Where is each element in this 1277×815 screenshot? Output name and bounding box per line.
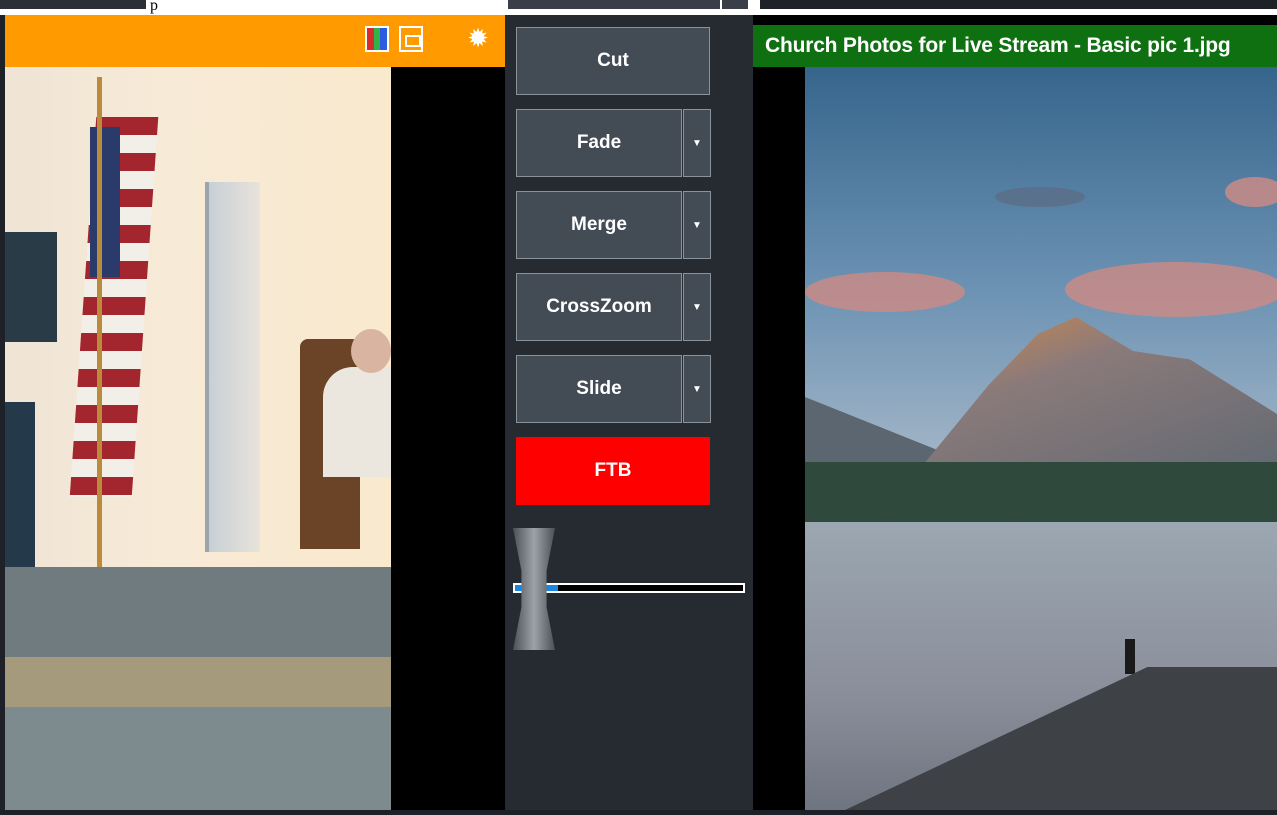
chevron-down-icon: ▼ (692, 383, 702, 395)
chevron-down-icon: ▼ (692, 219, 702, 231)
crosszoom-button[interactable]: CrossZoom (516, 273, 682, 341)
chevron-down-icon: ▼ (692, 137, 702, 149)
merge-dropdown[interactable]: ▼ (683, 191, 711, 259)
bottom-bar (0, 810, 1277, 815)
output-header: Church Photos for Live Stream - Basic pi… (753, 25, 1277, 67)
merge-button-label: Merge (571, 214, 627, 235)
preview-panel[interactable]: ✹ (5, 15, 505, 810)
vmix-window: p ✹ Cut Fade ▼ Merge ▼ CrossZoom ▼ Slide… (0, 0, 1277, 815)
slide-button-label: Slide (576, 378, 622, 399)
output-title: Church Photos for Live Stream - Basic pi… (765, 34, 1231, 57)
top-tab-right (760, 0, 1277, 9)
fade-button-label: Fade (576, 132, 622, 153)
top-tab-left[interactable] (0, 0, 146, 9)
top-tab-center[interactable] (508, 0, 720, 9)
chevron-down-icon: ▼ (692, 301, 702, 313)
top-strip-text: p (150, 0, 158, 14)
output-image (805, 67, 1277, 810)
ftb-button-label: FTB (594, 460, 632, 481)
slide-button[interactable]: Slide (516, 355, 682, 423)
color-bars-icon[interactable] (365, 26, 389, 52)
preview-header: ✹ (5, 15, 505, 67)
fade-dropdown[interactable]: ▼ (683, 109, 711, 177)
transition-panel: Cut Fade ▼ Merge ▼ CrossZoom ▼ Slide ▼ F… (505, 15, 753, 810)
output-panel[interactable]: Church Photos for Live Stream - Basic pi… (753, 15, 1277, 810)
gear-icon[interactable]: ✹ (465, 25, 491, 51)
tbar-track[interactable] (513, 583, 745, 593)
top-strip: p (0, 0, 1277, 15)
top-tab-center-arrow[interactable] (722, 0, 748, 9)
slide-dropdown[interactable]: ▼ (683, 355, 711, 423)
preview-video (5, 67, 391, 810)
fade-button[interactable]: Fade (516, 109, 682, 177)
ftb-button[interactable]: FTB (516, 437, 710, 505)
cut-button[interactable]: Cut (516, 27, 710, 95)
cut-button-label: Cut (597, 50, 629, 71)
safe-area-icon[interactable] (399, 26, 423, 52)
merge-button[interactable]: Merge (516, 191, 682, 259)
crosszoom-dropdown[interactable]: ▼ (683, 273, 711, 341)
crosszoom-button-label: CrossZoom (546, 296, 652, 317)
